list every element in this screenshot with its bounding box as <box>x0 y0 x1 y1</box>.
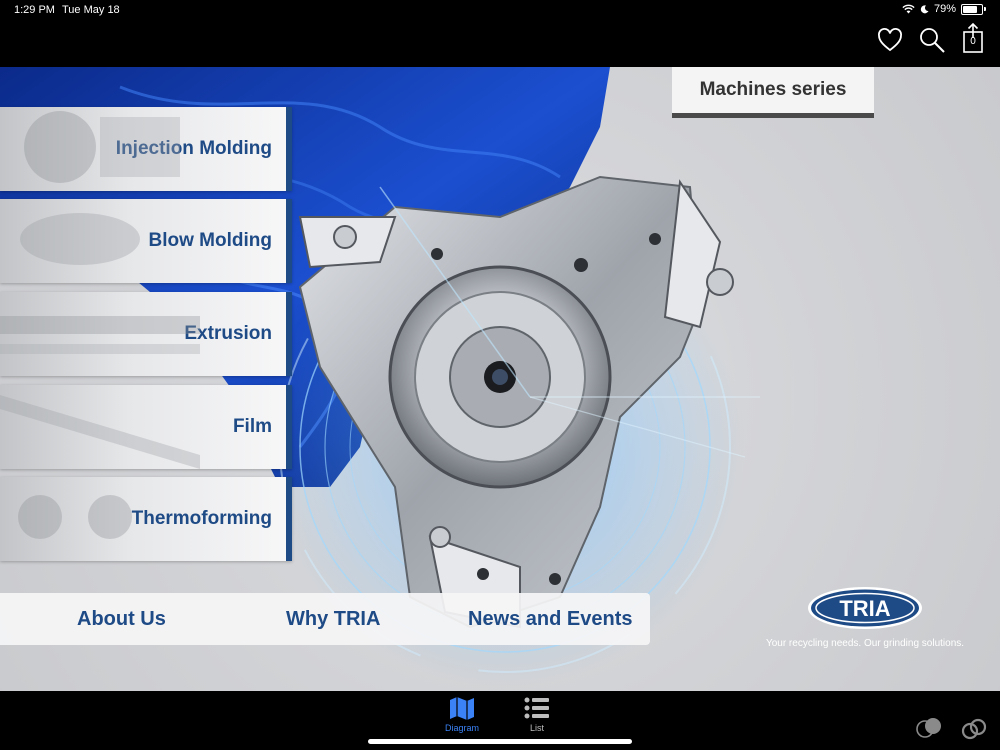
cart-count: 0 <box>970 36 976 47</box>
why-tria-link[interactable]: Why TRIA <box>286 593 380 645</box>
battery-icon <box>961 3 983 15</box>
category-extrusion[interactable]: Extrusion <box>0 292 292 376</box>
category-label: Film <box>232 416 272 437</box>
tab-label: Diagram <box>444 723 479 733</box>
chat-icon[interactable] <box>915 715 943 743</box>
about-us-link[interactable]: About Us <box>77 593 166 645</box>
heart-icon[interactable] <box>876 26 904 54</box>
share-icon[interactable]: 0 <box>960 22 986 54</box>
map-icon <box>450 697 474 720</box>
category-thumbnail <box>18 495 132 539</box>
category-thumbnail <box>24 111 180 183</box>
status-date: Tue May 18 <box>62 4 120 16</box>
category-film[interactable]: Film <box>0 385 292 469</box>
category-blow-molding[interactable]: Blow Molding <box>0 199 292 283</box>
tab-diagram[interactable]: Diagram <box>432 695 492 733</box>
tab-label: List <box>529 723 544 733</box>
category-thumbnail <box>0 395 200 469</box>
category-thumbnail <box>20 213 140 265</box>
tab-list[interactable]: List <box>507 695 567 733</box>
top-bar: 1:29 PM Tue May 18 79% 0 <box>0 0 1000 67</box>
link-icon[interactable] <box>960 715 988 743</box>
home-indicator <box>368 739 632 744</box>
category-thermoforming[interactable]: Thermoforming <box>0 477 292 561</box>
news-events-link[interactable]: News and Events <box>468 593 633 645</box>
status-time: 1:29 PM <box>14 4 55 16</box>
list-icon <box>524 697 549 719</box>
logo-text: TRIA <box>839 596 890 621</box>
wifi-icon <box>902 4 915 14</box>
tria-logo: TRIA <box>808 587 922 629</box>
category-injection-molding[interactable]: Injection Molding <box>0 107 292 191</box>
bottom-menu: About Us Why TRIA News and Events <box>0 593 650 645</box>
status-indicators: 79% <box>902 3 986 15</box>
machines-series-button[interactable]: Machines series <box>672 67 874 118</box>
brand-tagline: Your recycling needs. Our grinding solut… <box>765 638 965 649</box>
moon-icon <box>920 4 929 13</box>
main-content: Machines series Injection Molding Blow M… <box>0 67 1000 691</box>
search-icon[interactable] <box>918 26 946 54</box>
battery-percent: 79% <box>933 3 956 15</box>
category-thumbnail <box>0 316 200 354</box>
